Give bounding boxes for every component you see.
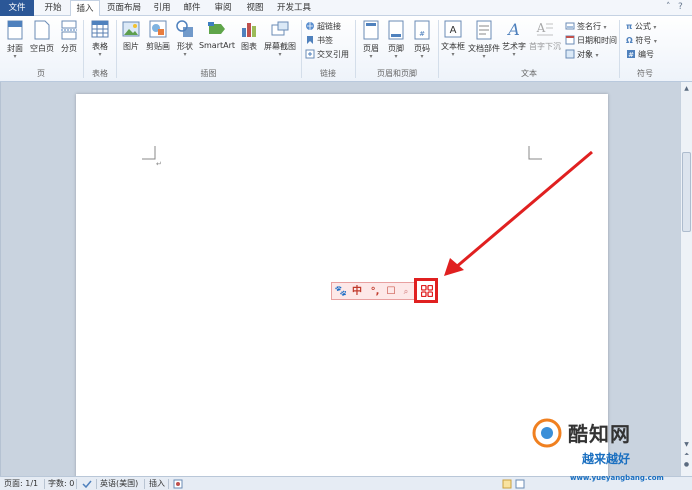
status-divider	[144, 479, 145, 489]
status-divider	[168, 479, 169, 489]
macro-record-icon[interactable]	[173, 479, 183, 489]
ime-keyboard-icon[interactable]: ☐	[384, 283, 398, 301]
watermark-brand1: 酷知网	[568, 422, 631, 446]
status-word-count[interactable]: 字数: 0	[48, 477, 74, 490]
ime-search-icon[interactable]: ⌕	[400, 283, 412, 301]
ime-chinese-mode[interactable]: 中	[350, 283, 364, 301]
watermark-brand2: 越来越好	[582, 452, 631, 466]
watermark-url: www.yueyangbang.com	[570, 474, 664, 482]
watermark: 酷知网 越来越好	[532, 412, 672, 476]
reading-view-icon[interactable]	[515, 479, 525, 489]
ime-toolbox-button[interactable]	[414, 278, 438, 303]
status-divider	[96, 479, 97, 489]
status-insert-mode[interactable]: 插入	[149, 477, 165, 490]
status-page-count[interactable]: 页面: 1/1	[4, 477, 38, 490]
proofing-icon[interactable]	[82, 479, 92, 489]
ime-punctuation[interactable]: °,	[367, 283, 383, 301]
print-layout-view-icon[interactable]	[502, 479, 512, 489]
status-divider	[44, 479, 45, 489]
paw-icon[interactable]: 🐾	[334, 283, 348, 301]
watermark-logo-icon	[532, 418, 562, 448]
grid-icon	[421, 285, 433, 297]
status-divider	[76, 479, 77, 489]
status-language[interactable]: 英语(美国)	[100, 477, 138, 490]
